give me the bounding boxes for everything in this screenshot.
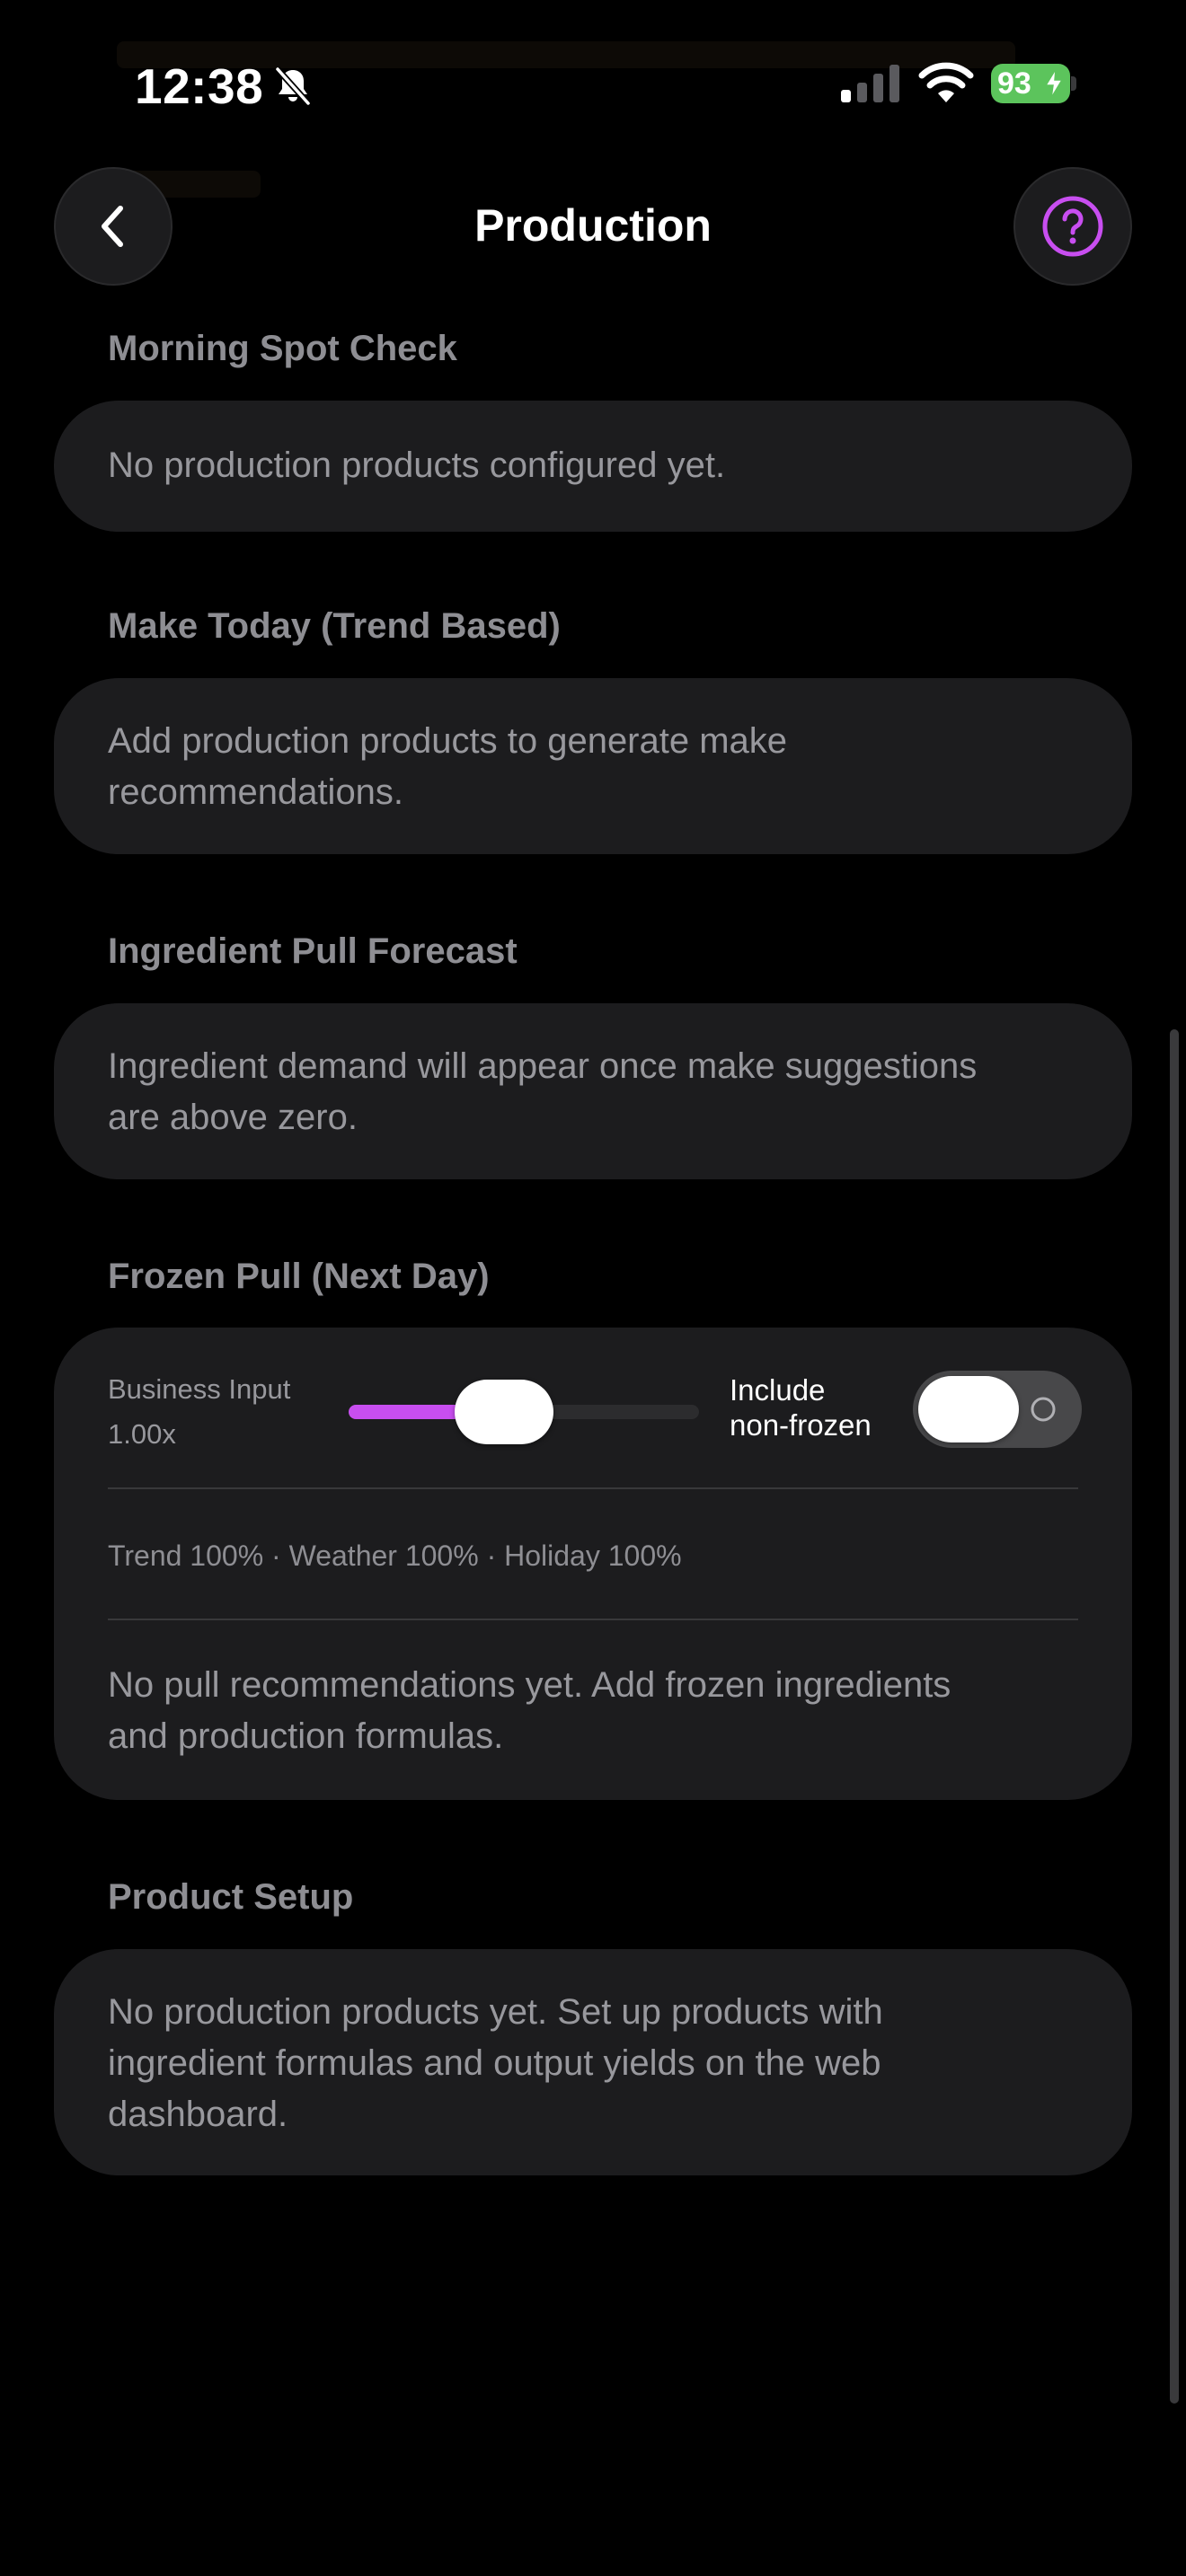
battery-level: 93 [997,66,1031,101]
question-circle-icon [1042,196,1103,257]
text-line: Add production products to generate make [108,721,788,761]
business-input-label: Business Input [108,1373,291,1405]
text-line: are above zero. [108,1098,358,1137]
battery-cap [1071,76,1076,91]
morning-spot-check-card: No production products configured yet. [54,401,1132,532]
page-title: Production [474,200,712,251]
make-today-card: Add production products to generate make… [54,678,1132,854]
battery-charging-icon [1044,68,1064,99]
make-today-empty-text: Add production products to generate make… [108,716,1060,818]
product-setup-empty-text: No production products yet. Set up produ… [108,1987,1060,2140]
ingredient-pull-forecast-card: Ingredient demand will appear once make … [54,1003,1132,1179]
cellular-signal-icon [841,65,899,102]
slider-thumb[interactable] [454,1380,553,1444]
section-label-product-setup: Product Setup [108,1877,354,1917]
product-setup-card: No production products yet. Set up produ… [54,1949,1132,2175]
ingredient-pull-empty-text: Ingredient demand will appear once make … [108,1041,1060,1143]
text-line: No pull recommendations yet. Add frozen … [108,1665,951,1705]
text-line: Include [730,1373,826,1407]
frozen-pull-card: Business Input 1.00x Include non-frozen … [54,1328,1132,1800]
section-label-morning-spot-check: Morning Spot Check [108,329,457,368]
include-non-frozen-toggle[interactable] [913,1371,1082,1448]
text-line: recommendations. [108,772,404,812]
status-time: 12:38 [135,58,264,114]
wifi-icon [918,62,974,102]
text-line: dashboard. [108,2095,288,2134]
text-line: ingredient formulas and output yields on… [108,2043,881,2083]
section-label-frozen-pull: Frozen Pull (Next Day) [108,1257,490,1296]
divider [108,1487,1078,1489]
section-label-make-today: Make Today (Trend Based) [108,606,561,646]
status-bar: 12:38 93 [0,0,1186,171]
forecast-factors: Trend 100% · Weather 100% · Holiday 100% [108,1539,682,1572]
text-line: non-frozen [730,1408,872,1442]
section-label-ingredient-pull-forecast: Ingredient Pull Forecast [108,931,518,971]
bell-slash-icon [275,66,311,106]
screen: 12:38 93 Production Morning Spot Check N… [0,0,1186,2576]
text-line: and production formulas. [108,1716,504,1756]
toggle-knob [918,1376,1019,1442]
morning-spot-check-empty-text: No production products configured yet. [108,446,726,485]
text-line: No production products yet. Set up produ… [108,1992,883,2032]
include-non-frozen-label: Include non-frozen [730,1372,909,1442]
toggle-off-indicator-icon [1031,1397,1056,1422]
text-line: Ingredient demand will appear once make … [108,1046,978,1086]
business-input-value: 1.00x [108,1418,176,1450]
frozen-pull-empty-text: No pull recommendations yet. Add frozen … [108,1660,1060,1762]
vertical-scrollbar[interactable] [1170,1029,1179,2404]
divider [108,1619,1078,1620]
help-button[interactable] [1013,167,1132,286]
